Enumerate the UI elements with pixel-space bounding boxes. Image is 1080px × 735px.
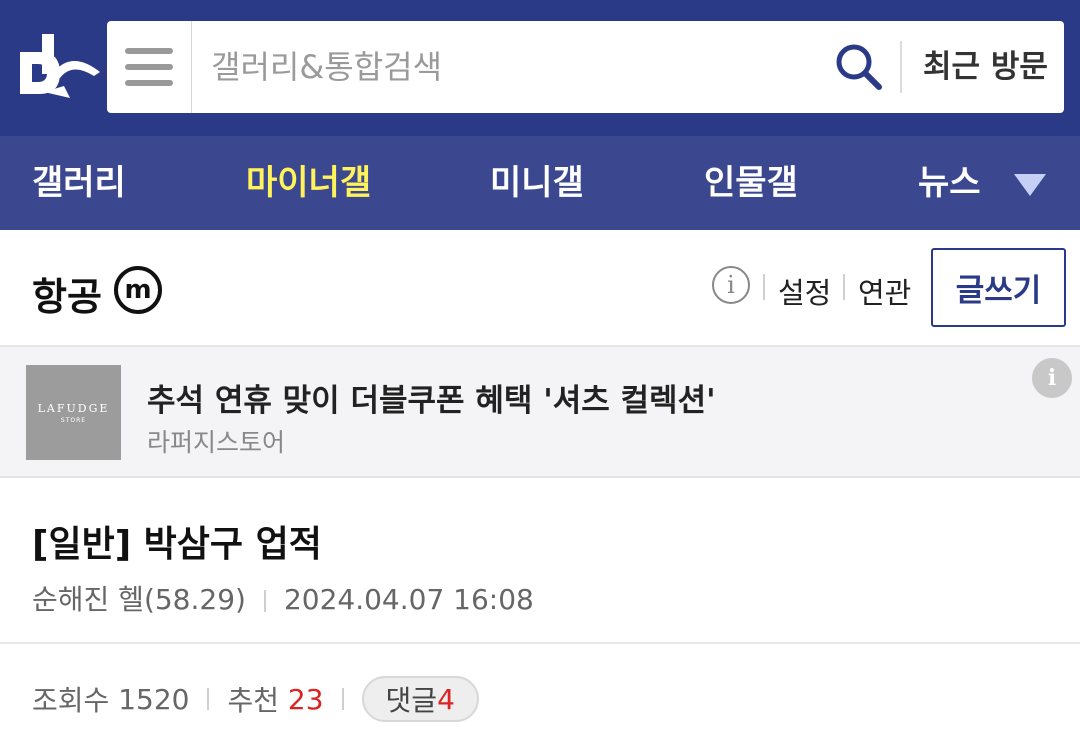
write-post-button[interactable]: 글쓰기 [931, 248, 1066, 327]
post-date: 2024.04.07 16:08 [283, 583, 534, 616]
nav-item-person-gallery[interactable]: 인물갤 [704, 136, 798, 230]
post-meta: 순해진 헬(58.29) 2024.04.07 16:08 [32, 578, 534, 618]
search-bar: 최근 방문 [107, 21, 1064, 113]
dc-logo-icon[interactable] [14, 30, 102, 100]
nav-item-mini-gallery[interactable]: 미니갤 [490, 136, 584, 230]
ad-thumbnail[interactable]: LAFUDGE STORE [26, 365, 121, 460]
ad-brand: LAFUDGE [37, 401, 110, 415]
main-nav: 갤러리 마이너갤 미니갤 인물갤 뉴스 [0, 136, 1080, 230]
minor-gallery-badge-icon: m [114, 266, 162, 314]
post-stats: 조회수 1520 추천 23 댓글 4 [32, 674, 479, 724]
comment-button[interactable]: 댓글 4 [361, 676, 479, 722]
ad-brand-sub: STORE [60, 416, 87, 424]
comment-label: 댓글 [385, 684, 438, 717]
recommend-label: 추천 [227, 684, 279, 717]
nav-item-gallery[interactable]: 갤러리 [32, 136, 126, 230]
chevron-down-icon[interactable] [1014, 174, 1046, 196]
comment-count: 4 [437, 682, 455, 716]
divider [843, 274, 845, 300]
views-count: 1520 [118, 682, 190, 716]
settings-link[interactable]: 설정 [778, 270, 831, 312]
gallery-header: 항공 m i 설정 연관 글쓰기 [0, 230, 1080, 347]
search-input[interactable] [211, 21, 811, 113]
search-divider [900, 41, 902, 93]
divider [207, 688, 210, 710]
divider [0, 642, 1080, 644]
top-header: 최근 방문 [0, 0, 1080, 136]
recommend-count: 23 [287, 682, 324, 716]
divider [263, 590, 266, 612]
ad-advertiser: 라퍼지스토어 [147, 428, 286, 457]
post-title: [일반] 박삼구 업적 [32, 524, 322, 565]
ad-banner[interactable]: LAFUDGE STORE 추석 연휴 맞이 더블쿠폰 혜택 '셔츠 컬렉션' … [0, 347, 1080, 478]
views-label: 조회수 [32, 684, 110, 717]
nav-item-minor-gallery[interactable]: 마이너갤 [246, 136, 371, 230]
gallery-title[interactable]: 항공 [32, 266, 102, 321]
search-icon[interactable] [833, 41, 885, 93]
post-author[interactable]: 순해진 헬(58.29) [32, 583, 246, 616]
hamburger-icon[interactable] [107, 21, 192, 113]
ad-title[interactable]: 추석 연휴 맞이 더블쿠폰 혜택 '셔츠 컬렉션' [147, 375, 716, 420]
recent-visits-button[interactable]: 최근 방문 [923, 21, 1048, 113]
info-icon[interactable]: i [712, 266, 750, 304]
nav-item-news[interactable]: 뉴스 [918, 136, 981, 230]
divider [763, 274, 765, 300]
related-link[interactable]: 연관 [858, 270, 911, 312]
divider [341, 688, 344, 710]
ad-info-icon[interactable]: i [1032, 358, 1072, 398]
